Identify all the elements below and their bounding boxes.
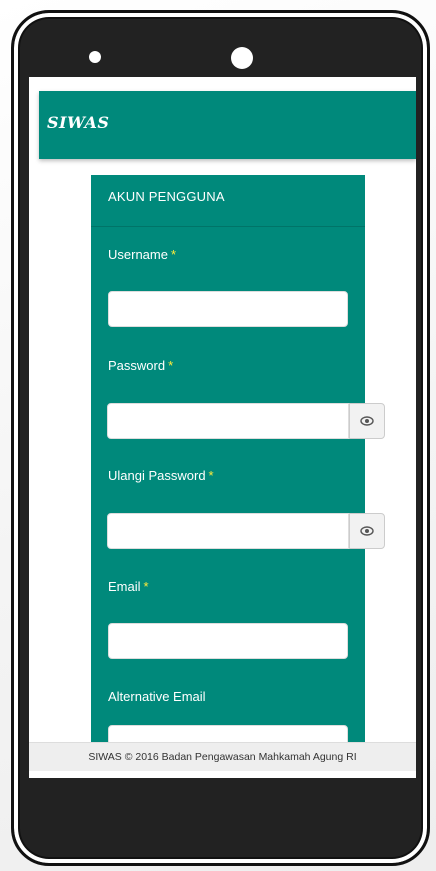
phone-screen: SIWAS AKUN PENGGUNA Username * Password * … bbox=[29, 77, 416, 778]
card-header: AKUN PENGGUNA bbox=[91, 175, 365, 227]
sensor-dot bbox=[89, 51, 101, 63]
repeat-password-toggle-button[interactable] bbox=[349, 513, 385, 549]
repeat-password-label: Ulangi Password * bbox=[108, 468, 214, 483]
username-input[interactable] bbox=[108, 291, 348, 327]
footer-text: SIWAS © 2016 Badan Pengawasan Mahkamah A… bbox=[88, 751, 357, 763]
password-label-text: Password bbox=[108, 358, 166, 373]
brand-logo[interactable]: SIWAS bbox=[47, 113, 109, 132]
email-input[interactable] bbox=[108, 623, 348, 659]
required-marker: * bbox=[168, 358, 174, 373]
camera-dot bbox=[231, 47, 253, 69]
required-marker: * bbox=[208, 468, 214, 483]
eye-icon bbox=[360, 416, 374, 426]
username-label: Username * bbox=[108, 247, 176, 262]
password-input[interactable] bbox=[107, 403, 349, 439]
eye-icon bbox=[360, 526, 374, 536]
account-form-card: AKUN PENGGUNA Username * Password * Ulangi… bbox=[91, 175, 385, 761]
password-toggle-button[interactable] bbox=[349, 403, 385, 439]
username-label-text: Username bbox=[108, 247, 168, 262]
footer: SIWAS © 2016 Badan Pengawasan Mahkamah A… bbox=[29, 742, 416, 771]
required-marker: * bbox=[143, 579, 149, 594]
email-label: Email * bbox=[108, 579, 149, 594]
repeat-password-input[interactable] bbox=[107, 513, 349, 549]
required-marker: * bbox=[170, 247, 177, 262]
alt-email-label-text: Alternative Email bbox=[108, 689, 206, 704]
password-label: Password * bbox=[108, 358, 173, 373]
app-header: SIWAS bbox=[39, 91, 416, 159]
alt-email-label: Alternative Email bbox=[108, 689, 206, 704]
card-title: AKUN PENGGUNA bbox=[108, 189, 225, 204]
email-label-text: Email bbox=[108, 579, 141, 594]
repeat-password-label-text: Ulangi Password bbox=[108, 468, 206, 483]
